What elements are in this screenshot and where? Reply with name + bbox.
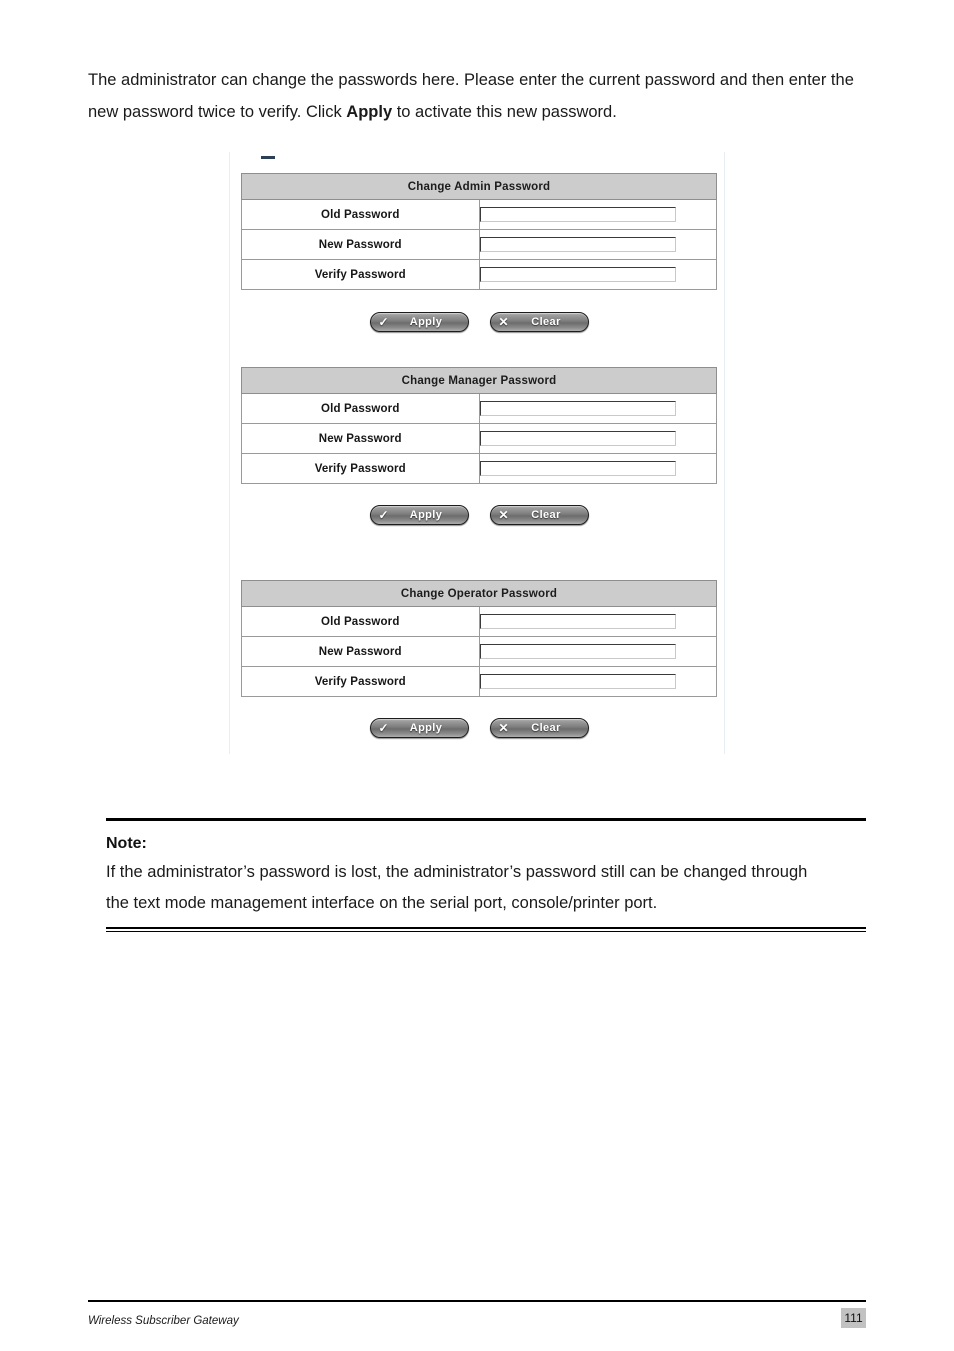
password-table: Change Admin Password Old Password New P…: [241, 173, 717, 290]
clear-button[interactable]: ✕ Clear: [489, 718, 589, 738]
note-bottom-divider-inner: [106, 931, 866, 932]
table-header-row: Change Manager Password: [241, 367, 717, 394]
apply-button[interactable]: ✓ Apply: [369, 718, 469, 738]
verify-password-input[interactable]: [479, 674, 676, 689]
panel-title: Change Manager Password: [241, 367, 717, 394]
note-block: Note: If the administrator’s password is…: [106, 818, 866, 932]
table-row: New Password: [241, 636, 717, 667]
change-manager-password-panel: Change Manager Password Old Password New…: [241, 367, 717, 484]
verify-password-label: Verify Password: [241, 666, 480, 697]
cross-icon: ✕: [498, 315, 509, 329]
change-admin-password-panel: Change Admin Password Old Password New P…: [241, 173, 717, 290]
table-row: New Password: [241, 423, 717, 454]
table-row: Verify Password: [241, 259, 717, 290]
new-password-label: New Password: [241, 636, 480, 667]
verify-password-label: Verify Password: [241, 259, 480, 290]
apply-button[interactable]: ✓ Apply: [369, 505, 469, 525]
verify-password-cell: [478, 666, 717, 697]
verify-password-input[interactable]: [479, 267, 676, 282]
new-password-label: New Password: [241, 423, 480, 454]
new-password-input[interactable]: [479, 237, 676, 252]
operator-button-row: ✓ Apply ✕ Clear: [241, 718, 717, 740]
table-header-row: Change Operator Password: [241, 580, 717, 607]
check-icon: ✓: [378, 508, 389, 522]
new-password-cell: [478, 636, 717, 667]
cross-icon: ✕: [498, 721, 509, 735]
table-row: Old Password: [241, 199, 717, 230]
table-row: Old Password: [241, 393, 717, 424]
intro-emphasis-apply: Apply: [346, 103, 393, 121]
cropped-ui-fragment: [261, 156, 275, 159]
new-password-cell: [478, 423, 717, 454]
old-password-cell: [478, 606, 717, 637]
old-password-input[interactable]: [479, 207, 676, 222]
old-password-input[interactable]: [479, 614, 676, 629]
old-password-label: Old Password: [241, 199, 480, 230]
intro-text-part2: to activate this new password.: [392, 103, 617, 121]
apply-button-label: Apply: [409, 316, 443, 328]
panel-title: Change Admin Password: [241, 173, 717, 200]
intro-paragraph: The administrator can change the passwor…: [88, 64, 878, 128]
table-row: Verify Password: [241, 666, 717, 697]
new-password-label: New Password: [241, 229, 480, 260]
change-operator-password-panel: Change Operator Password Old Password Ne…: [241, 580, 717, 697]
clear-button-label: Clear: [531, 722, 561, 734]
old-password-cell: [478, 199, 717, 230]
verify-password-label: Verify Password: [241, 453, 480, 484]
note-line-1: If the administrator’s password is lost,…: [106, 863, 808, 881]
manager-button-row: ✓ Apply ✕ Clear: [241, 505, 717, 527]
page-number-badge: 111: [841, 1308, 866, 1328]
footer-document-title: Wireless Subscriber Gateway: [88, 1315, 239, 1327]
page-footer: Wireless Subscriber Gateway 111: [88, 1300, 866, 1332]
old-password-label: Old Password: [241, 393, 480, 424]
verify-password-input[interactable]: [479, 461, 676, 476]
apply-button[interactable]: ✓ Apply: [369, 312, 469, 332]
note-body: Note: If the administrator’s password is…: [106, 821, 866, 927]
old-password-label: Old Password: [241, 606, 480, 637]
table-row: New Password: [241, 229, 717, 260]
panel-title: Change Operator Password: [241, 580, 717, 607]
new-password-input[interactable]: [479, 431, 676, 446]
verify-password-cell: [478, 453, 717, 484]
table-header-row: Change Admin Password: [241, 173, 717, 200]
footer-content: Wireless Subscriber Gateway 111: [88, 1302, 866, 1332]
admin-button-row: ✓ Apply ✕ Clear: [241, 312, 717, 334]
note-title: Note:: [106, 835, 147, 852]
clear-button-label: Clear: [531, 509, 561, 521]
clear-button-label: Clear: [531, 316, 561, 328]
check-icon: ✓: [378, 315, 389, 329]
new-password-input[interactable]: [479, 644, 676, 659]
old-password-input[interactable]: [479, 401, 676, 416]
password-table: Change Manager Password Old Password New…: [241, 367, 717, 484]
cross-icon: ✕: [498, 508, 509, 522]
clear-button[interactable]: ✕ Clear: [489, 312, 589, 332]
apply-button-label: Apply: [409, 722, 443, 734]
table-row: Verify Password: [241, 453, 717, 484]
password-table: Change Operator Password Old Password Ne…: [241, 580, 717, 697]
embedded-screenshot: Change Admin Password Old Password New P…: [229, 152, 725, 754]
old-password-cell: [478, 393, 717, 424]
note-line-2: the text mode management interface on th…: [106, 894, 658, 912]
verify-password-cell: [478, 259, 717, 290]
check-icon: ✓: [378, 721, 389, 735]
new-password-cell: [478, 229, 717, 260]
table-row: Old Password: [241, 606, 717, 637]
clear-button[interactable]: ✕ Clear: [489, 505, 589, 525]
apply-button-label: Apply: [409, 509, 443, 521]
